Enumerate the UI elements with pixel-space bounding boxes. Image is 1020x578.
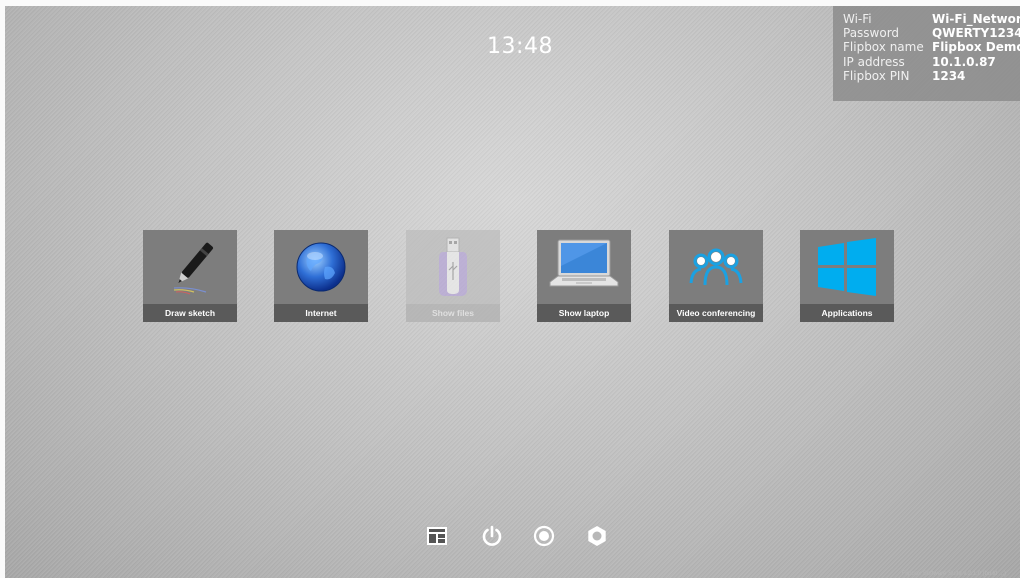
windows-icon [800, 230, 894, 304]
info-row-ip-address: IP address 10.1.0.87 [833, 55, 1020, 69]
applications-tile[interactable]: Applications [800, 230, 894, 322]
tile-label: Video conferencing [669, 304, 763, 322]
compass-icon[interactable] [532, 524, 556, 548]
video-conferencing-tile[interactable]: Video conferencing [669, 230, 763, 322]
info-value: 1234 [932, 68, 966, 83]
tile-label: Draw sketch [143, 304, 237, 322]
laptop-icon [537, 230, 631, 304]
footer-version: Flipbox Software Suite v.2.1.0 (build ..… [901, 571, 1006, 577]
bottom-toolbar [0, 524, 1020, 550]
power-icon[interactable] [480, 524, 504, 548]
info-row-flipbox-name: Flipbox name Flipbox Demo [833, 40, 1020, 54]
info-row-pin: Flipbox PIN 1234 [833, 69, 1020, 83]
info-row-wifi: Wi-Fi Wi-Fi_Network [833, 12, 1020, 26]
info-value: 10.1.0.87 [932, 54, 996, 69]
info-label: Flipbox PIN [843, 68, 910, 83]
tile-label: Internet [274, 304, 368, 322]
pen-icon [143, 230, 237, 304]
globe-icon [274, 230, 368, 304]
info-label: IP address [843, 54, 905, 69]
info-value: Wi-Fi_Network [932, 12, 1020, 26]
info-label: Password [843, 26, 900, 41]
info-value: QWERTY12345 [932, 26, 1020, 41]
layout-icon[interactable] [425, 524, 449, 548]
show-laptop-tile[interactable]: Show laptop [537, 230, 631, 322]
connection-info-panel: Wi-Fi Wi-Fi_Network Password QWERTY12345… [833, 6, 1020, 101]
info-label: Flipbox name [843, 40, 924, 55]
usb-drive-icon [406, 230, 500, 304]
info-label: Wi-Fi [843, 12, 872, 26]
draw-sketch-tile[interactable]: Draw sketch [143, 230, 237, 322]
info-row-password: Password QWERTY12345 [833, 26, 1020, 40]
tile-label: Show files [406, 304, 500, 322]
settings-icon[interactable] [585, 524, 609, 548]
tile-label: Applications [800, 304, 894, 322]
tile-label: Show laptop [537, 304, 631, 322]
people-icon [669, 230, 763, 304]
clock: 13:48 [487, 34, 553, 59]
info-value: Flipbox Demo [932, 40, 1020, 55]
app-tiles: Draw sketch Internet Show files Show lap… [0, 230, 1020, 322]
internet-tile[interactable]: Internet [274, 230, 368, 322]
show-files-tile[interactable]: Show files [406, 230, 500, 322]
